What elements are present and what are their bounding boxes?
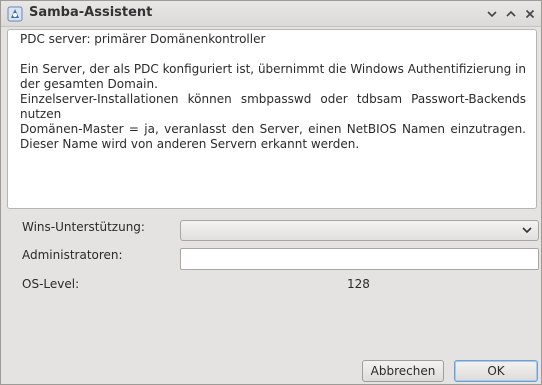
description-paragraph-1: Ein Server, der als PDC konfiguriert ist… [20, 62, 526, 91]
administrators-label: Administratoren: [22, 248, 123, 262]
window-title: Samba-Assistent [29, 5, 153, 20]
description-paragraph-3: Domänen-Master = ja, veranlasst den Serv… [20, 122, 526, 151]
administrators-input[interactable] [180, 248, 539, 270]
os-level-label: OS-Level: [22, 277, 80, 291]
close-icon[interactable] [522, 6, 538, 22]
os-level-value: 128 [347, 277, 370, 291]
samba-assistant-window: Samba-Assistent PDC server: primärer Dom… [0, 0, 542, 385]
wins-support-label: Wins-Unterstützung: [22, 220, 145, 234]
samba-app-icon [6, 5, 24, 23]
chevron-down-icon[interactable] [484, 6, 500, 22]
description-blank-line [20, 47, 526, 62]
title-bar[interactable]: Samba-Assistent [1, 1, 541, 27]
description-paragraph-2: Einzelserver-Installationen können smbpa… [20, 92, 526, 121]
cancel-button[interactable]: Abbrechen [362, 360, 444, 382]
description-textbox[interactable]: PDC server: primärer Domänenkontroller E… [7, 29, 537, 209]
chevron-down-icon [521, 224, 533, 236]
chevron-up-icon[interactable] [503, 6, 519, 22]
ok-button[interactable]: OK [454, 360, 538, 382]
wins-support-combobox[interactable] [180, 220, 539, 241]
description-heading: PDC server: primärer Domänenkontroller [20, 32, 266, 46]
